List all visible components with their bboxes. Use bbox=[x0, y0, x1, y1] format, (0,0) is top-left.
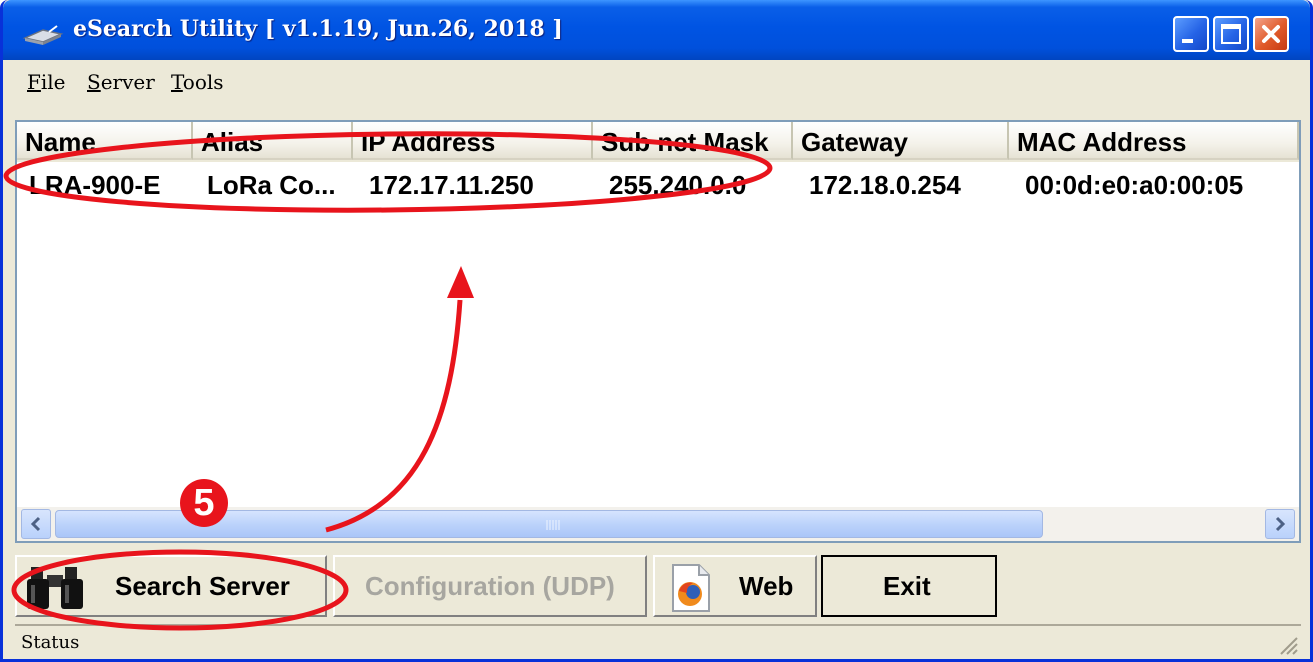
chevron-right-icon bbox=[1275, 516, 1286, 532]
menu-file[interactable]: File bbox=[27, 70, 66, 94]
resize-grip-icon[interactable] bbox=[1275, 632, 1299, 656]
grip-icon bbox=[546, 520, 560, 530]
column-header-name[interactable]: Name bbox=[17, 122, 193, 160]
menu-server[interactable]: Server bbox=[87, 70, 155, 94]
column-header-ip-address[interactable]: IP Address bbox=[353, 122, 593, 160]
network-icon bbox=[22, 25, 64, 45]
web-button[interactable]: Web bbox=[653, 555, 817, 617]
close-button[interactable] bbox=[1253, 16, 1289, 52]
title-bar[interactable]: eSearch Utility [ v1.1.19, Jun.26, 2018 … bbox=[3, 0, 1310, 60]
scroll-left-button[interactable] bbox=[21, 509, 51, 539]
cell-subnet-mask: 255.240.0.0 bbox=[609, 170, 747, 200]
esearch-window: eSearch Utility [ v1.1.19, Jun.26, 2018 … bbox=[0, 0, 1313, 662]
maximize-icon bbox=[1221, 24, 1241, 44]
step-number-badge: 5 bbox=[180, 479, 228, 527]
web-label: Web bbox=[739, 571, 794, 601]
column-header-gateway[interactable]: Gateway bbox=[793, 122, 1009, 160]
configuration-udp-label: Configuration (UDP) bbox=[365, 571, 615, 601]
configuration-udp-button[interactable]: Configuration (UDP) bbox=[333, 555, 647, 617]
exit-button[interactable]: Exit bbox=[821, 555, 997, 617]
status-text: Status bbox=[21, 632, 80, 653]
column-header-subnet-mask[interactable]: Sub net Mask bbox=[593, 122, 793, 160]
scroll-right-button[interactable] bbox=[1265, 509, 1295, 539]
status-bar: Status bbox=[15, 624, 1301, 658]
cell-gateway: 172.18.0.254 bbox=[809, 170, 961, 200]
exit-label: Exit bbox=[883, 571, 931, 601]
minimize-icon bbox=[1182, 39, 1193, 43]
maximize-button[interactable] bbox=[1213, 16, 1249, 52]
minimize-button[interactable] bbox=[1173, 16, 1209, 52]
search-server-button[interactable]: Search Server bbox=[15, 555, 327, 617]
chevron-left-icon bbox=[30, 516, 41, 532]
binoculars-icon bbox=[27, 567, 83, 609]
menu-bar: File Server Tools bbox=[3, 60, 1310, 104]
window-title: eSearch Utility [ v1.1.19, Jun.26, 2018 … bbox=[73, 16, 563, 42]
column-header-mac-address[interactable]: MAC Address bbox=[1009, 122, 1299, 160]
close-icon bbox=[1262, 25, 1280, 43]
cell-name: LRA-900-E bbox=[29, 170, 161, 200]
list-header: Name Alias IP Address Sub net Mask Gatew… bbox=[17, 122, 1299, 162]
menu-tools[interactable]: Tools bbox=[171, 70, 224, 94]
cell-alias: LoRa Co... bbox=[207, 170, 336, 200]
cell-ip-address: 172.17.11.250 bbox=[369, 170, 534, 200]
cell-mac-address: 00:0d:e0:a0:00:05 bbox=[1025, 170, 1244, 200]
firefox-icon bbox=[672, 564, 710, 612]
column-header-alias[interactable]: Alias bbox=[193, 122, 353, 160]
search-server-label: Search Server bbox=[115, 571, 290, 601]
